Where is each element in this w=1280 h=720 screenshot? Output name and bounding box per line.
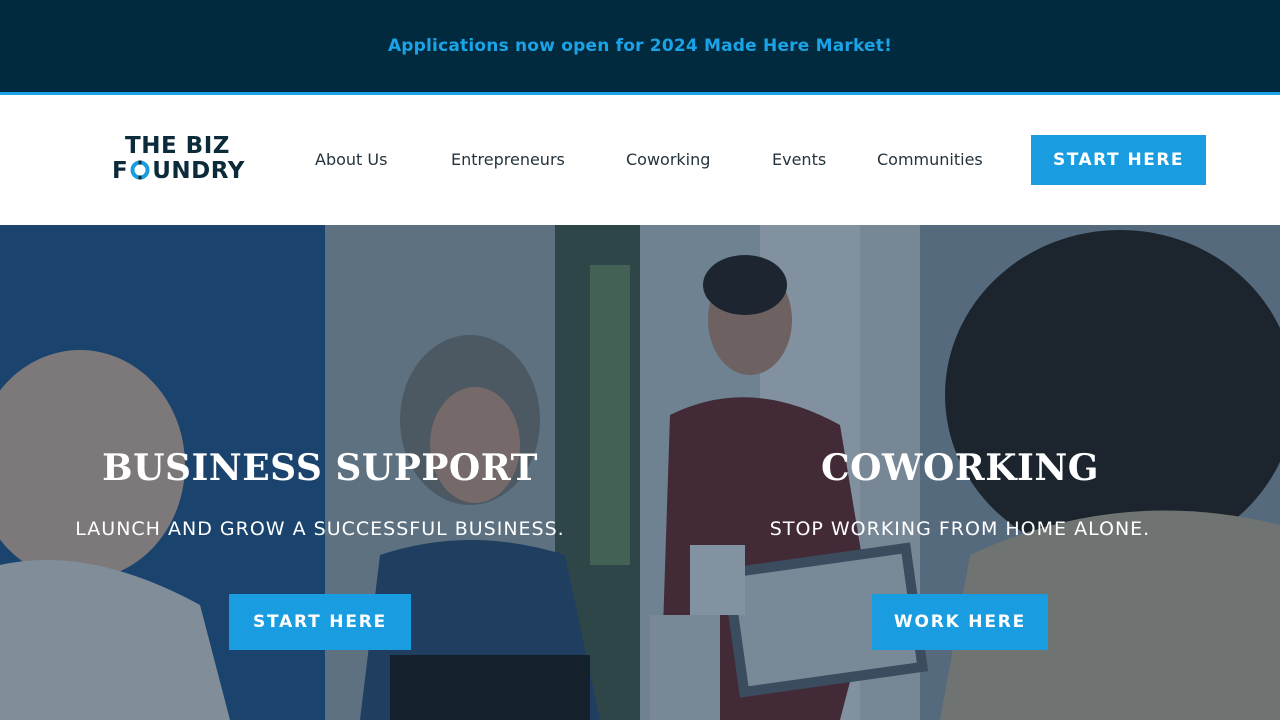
- logo-ring-icon: [130, 160, 150, 180]
- business-support-subtitle: LAUNCH AND GROW A SUCCESSFUL BUSINESS.: [75, 518, 565, 540]
- header-start-here-button[interactable]: START HERE: [1031, 135, 1206, 185]
- coworking-title: COWORKING: [821, 447, 1099, 489]
- nav-about-us[interactable]: About Us: [315, 150, 387, 169]
- site-logo[interactable]: THE BIZ F UNDRY: [112, 133, 262, 187]
- work-here-button[interactable]: WORK HERE: [872, 594, 1048, 650]
- logo-line2-prefix: F: [112, 158, 129, 184]
- coworking-subtitle: STOP WORKING FROM HOME ALONE.: [769, 518, 1151, 540]
- announcement-link[interactable]: Applications now open for 2024 Made Here…: [388, 36, 892, 56]
- business-support-title: BUSINESS SUPPORT: [102, 447, 538, 489]
- nav-coworking[interactable]: Coworking: [626, 150, 710, 169]
- announcement-bar: Applications now open for 2024 Made Here…: [0, 0, 1280, 92]
- coworking-panel[interactable]: COWORKING STOP WORKING FROM HOME ALONE. …: [640, 225, 1280, 720]
- nav-events[interactable]: Events: [772, 150, 826, 169]
- logo-line1: THE BIZ: [125, 133, 230, 159]
- logo-line2-suffix: UNDRY: [152, 158, 245, 184]
- site-header: THE BIZ F UNDRY About Us Entrepreneurs C…: [0, 95, 1280, 225]
- business-start-here-button[interactable]: START HERE: [229, 594, 411, 650]
- nav-entrepreneurs[interactable]: Entrepreneurs: [451, 150, 565, 169]
- business-support-panel[interactable]: BUSINESS SUPPORT LAUNCH AND GROW A SUCCE…: [0, 225, 640, 720]
- logo-line2: F UNDRY: [112, 158, 245, 184]
- nav-communities[interactable]: Communities: [877, 150, 983, 169]
